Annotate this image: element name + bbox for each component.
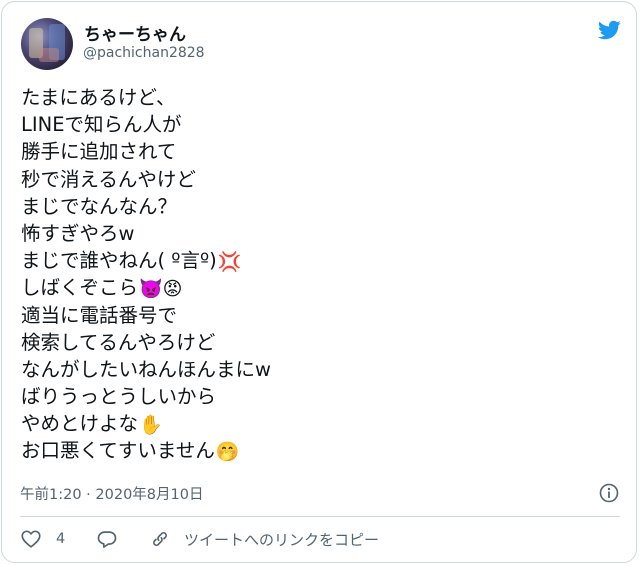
tweet-line: LINEで知らん人が xyxy=(21,111,621,138)
twitter-bird-icon[interactable] xyxy=(595,18,623,42)
tweet-line-text: 秒で消えるんやけど xyxy=(21,167,196,191)
tweet-line-text: ばりうっとうしいから xyxy=(21,385,217,409)
tweet-line-text: 怖すぎやろw xyxy=(21,221,135,245)
reply-icon xyxy=(97,531,117,548)
tweet-line: 勝手に追加されて xyxy=(21,138,621,165)
tweet-line-text: やめとけよな xyxy=(21,412,139,436)
info-icon[interactable] xyxy=(599,483,619,503)
tweet-timestamp[interactable]: 午前1:20 · 2020年8月10日 xyxy=(20,483,203,504)
hand-over-mouth-emoji: 🤭 xyxy=(215,441,240,464)
tweet-line-text: たまにあるけど、 xyxy=(21,86,176,109)
tweet-line: ばりうっとうしいから xyxy=(21,383,621,410)
tweet-line: 怖すぎやろw xyxy=(21,220,621,247)
avatar[interactable] xyxy=(21,18,73,70)
reply-button[interactable] xyxy=(96,525,118,553)
tweet-line-text: 適当に電話番号で xyxy=(21,303,178,327)
tweet-line-text: 勝手に追加されて xyxy=(21,140,177,164)
divider xyxy=(20,516,620,517)
raised-hand-emoji: ✋ xyxy=(139,414,163,437)
tweet-line: たまにあるけど、 xyxy=(21,84,621,111)
tweet-line: まじでなんなん？ xyxy=(21,193,621,220)
copy-link-label: ツイートへのリンクをコピー xyxy=(184,530,380,549)
tweet-line-text: なんがしたいねんほんまにw xyxy=(21,357,271,381)
tweet-text: たまにあるけど、 LINEで知らん人が 勝手に追加されて 秒で消えるんやけど ま… xyxy=(21,84,621,465)
tweet-line-text: お口悪くてすいません xyxy=(21,439,215,463)
tweet-line: 検索してるんやろけど xyxy=(21,329,621,356)
tweet-card: ちゃーちゃん @pachichan2828 たまにあるけど、 LINEで知らん人… xyxy=(1,1,637,563)
tweet-line: 秒で消えるんやけど xyxy=(21,166,621,193)
tweet-line-text: LINEで知らん人が xyxy=(21,113,182,137)
copy-link-button[interactable]: ツイートへのリンクをコピー xyxy=(149,525,379,553)
user-handle[interactable]: @pachichan2828 xyxy=(83,45,205,61)
tweet-line: なんがしたいねんほんまにw xyxy=(21,356,621,383)
tweet-line: お口悪くてすいません🤭 xyxy=(21,437,621,464)
action-bar: 4 ツイートへのリンクをコピー xyxy=(2,525,638,553)
like-count: 4 xyxy=(56,531,66,547)
link-icon xyxy=(153,532,167,546)
heart-icon xyxy=(21,530,41,548)
tweet-line: しばくぞこら👿😡 xyxy=(21,274,621,301)
like-button[interactable]: 4 xyxy=(20,525,65,553)
tweet-line-text: まじで誰やねん( º言º) xyxy=(21,249,217,273)
anger-emoji: 💢 xyxy=(217,251,242,274)
tweet-line-text: 検索してるんやろけど xyxy=(21,330,216,354)
tweet-line-text: しばくぞこら xyxy=(21,276,139,300)
tweet-line: まじで誰やねん( º言º)💢 xyxy=(21,247,621,274)
display-name[interactable]: ちゃーちゃん xyxy=(84,20,186,45)
tweet-line: やめとけよな✋ xyxy=(21,410,621,437)
devil-angry-emoji: 👿😡 xyxy=(139,278,183,301)
tweet-line: 適当に電話番号で xyxy=(21,302,621,329)
tweet-line-text: まじでなんなん？ xyxy=(21,194,178,218)
